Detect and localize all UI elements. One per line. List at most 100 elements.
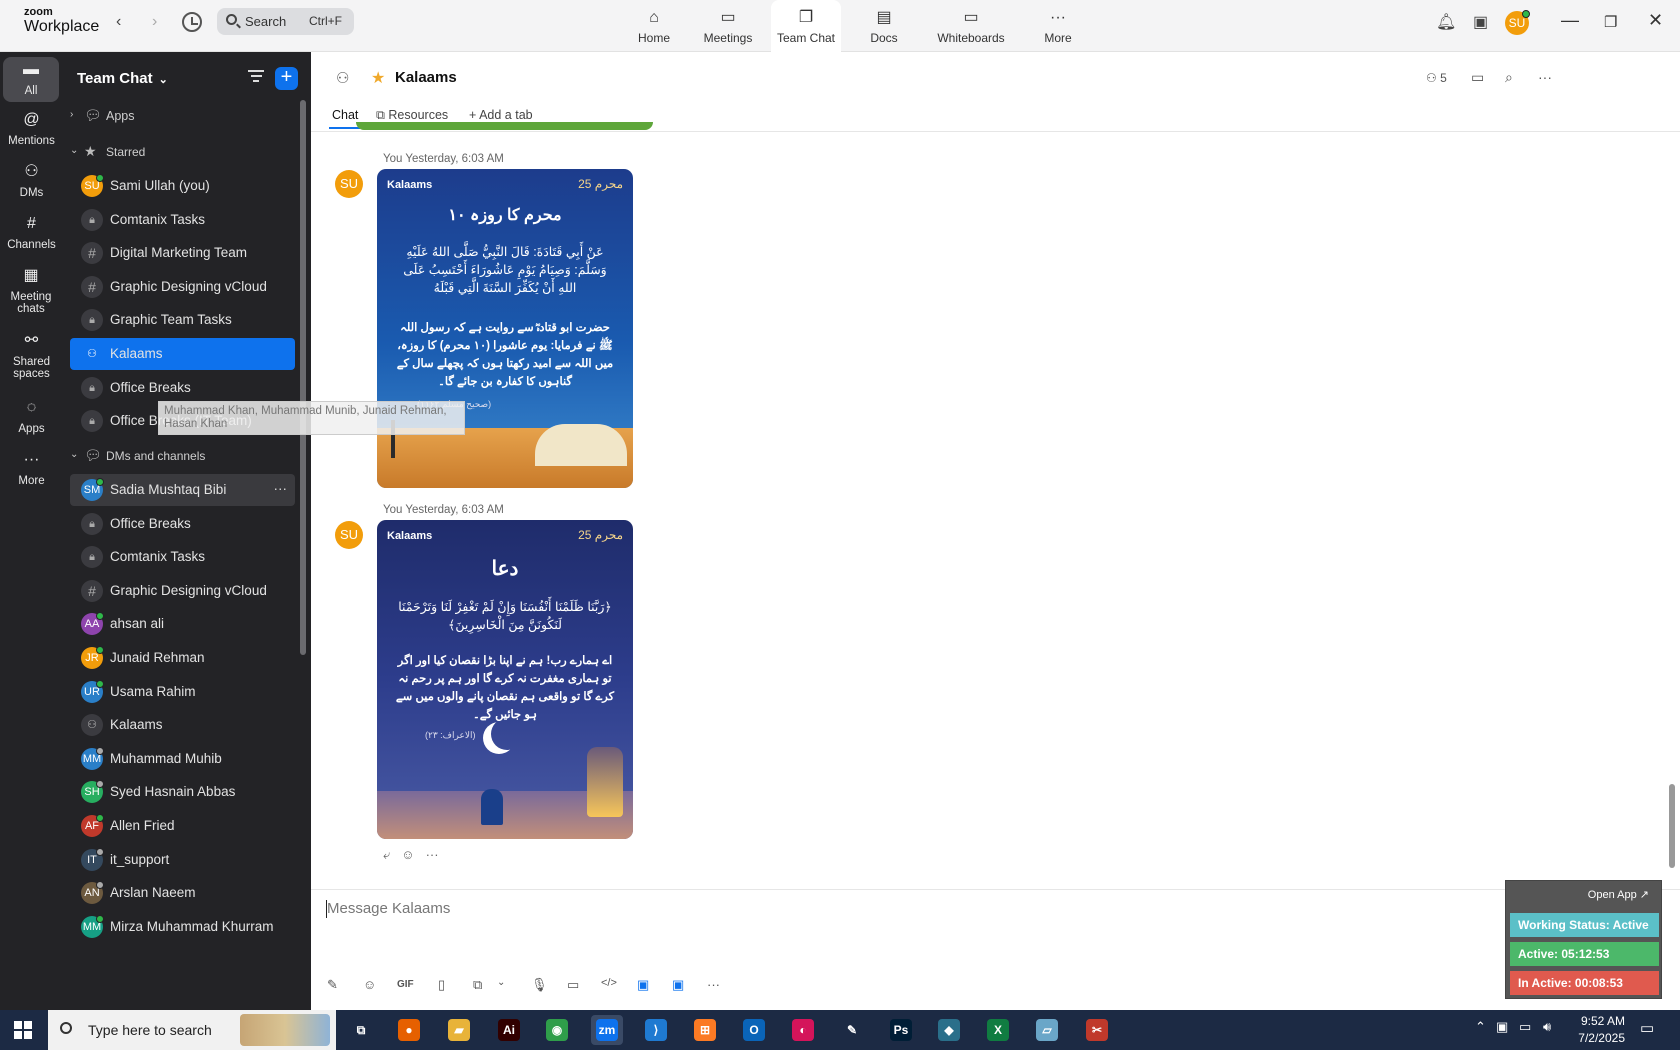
more-tools-icon[interactable]: ··· [707,977,720,992]
gif-button[interactable]: GIF [397,979,414,990]
task-view-icon[interactable]: ⧉ [345,1015,377,1045]
sidebar-item[interactable]: 🔒︎ Office Breaks [70,508,295,540]
sidebar-item[interactable]: ⚇ Kalaams [70,338,295,370]
app-icon-one[interactable]: ▣ [637,977,649,993]
new-chat-button[interactable]: + [275,67,298,90]
sidebar-item[interactable]: SU Sami Ullah (you) [70,170,295,202]
photoshop-icon[interactable]: Ps [885,1015,917,1045]
chevron-up-icon[interactable]: ⌃ [1475,1019,1486,1035]
sidebar-item[interactable]: # Digital Marketing Team [70,237,295,269]
sidebar-scrollbar[interactable] [300,100,306,655]
format-icon[interactable]: ✎ [327,977,338,993]
zoom-taskbar-icon[interactable]: zm [591,1015,623,1045]
network-icon[interactable]: ▭ [1519,1019,1531,1035]
members-count[interactable]: ⚇ 5 [1426,71,1447,85]
sidebar-item[interactable]: SH Syed Hasnain Abbas [70,776,295,808]
tab-resources[interactable]: ⧉ Resources [376,108,448,123]
rail-channels[interactable]: # Channels [3,216,60,252]
sidebar-item[interactable]: JR Junaid Rehman [70,642,295,674]
screenshot-icon[interactable]: ⧉ [473,977,482,993]
sidebar-title[interactable]: Team Chat ⌄ [77,70,168,87]
chevron-down-icon[interactable]: ⌄ [497,977,505,988]
volume-icon[interactable]: 🔊︎ [1543,1019,1551,1035]
video-call-icon[interactable]: ▭ [1471,69,1484,86]
more-options-icon[interactable]: ··· [274,481,288,496]
illustrator-icon[interactable]: Ai [493,1015,525,1045]
rail-all[interactable]: ▬ All [3,57,59,102]
sidebar-item[interactable]: SM Sadia Mushtaq Bibi ··· [70,474,295,506]
rail-more[interactable]: ··· More [3,452,60,488]
notifications-bell-icon[interactable]: 🔔︎ [1436,12,1456,32]
starred-icon[interactable]: ★ [371,68,385,88]
snip-icon[interactable]: ✂ [1081,1015,1113,1045]
file-explorer-icon[interactable]: ▰ [443,1015,475,1045]
more-actions-icon[interactable]: ··· [426,847,439,862]
message-input[interactable]: Message Kalaams [327,900,450,917]
section-apps[interactable]: › 💬︎ Apps [70,101,295,133]
user-avatar[interactable]: SU [1505,10,1530,35]
sidebar-item[interactable]: IT it_support [70,844,295,876]
history-icon[interactable] [182,12,202,32]
pen-tool-icon[interactable]: ✎ [836,1015,868,1045]
app-icon-two[interactable]: ▣ [672,977,684,993]
notification-center-icon[interactable]: ▭ [1640,1019,1654,1037]
nav-home[interactable]: ⌂ Home [617,0,691,52]
calendar-icon[interactable]: ▣ [1473,12,1488,32]
nav-docs[interactable]: ▤ Docs [847,0,921,52]
taskbar-search[interactable]: Type here to search [48,1010,336,1050]
filter-icon[interactable] [248,70,264,84]
search-icon[interactable]: ⌕ [1505,69,1513,86]
sidebar-item[interactable]: AN Arslan Naeem [70,877,295,909]
avatar[interactable]: SU [335,170,363,198]
notes-icon[interactable]: ▱ [1031,1015,1063,1045]
open-app-link[interactable]: Open App ↗ [1588,888,1649,901]
forward-arrow-icon[interactable]: › [152,13,157,31]
sidebar-item[interactable]: MM Muhammad Muhib [70,743,295,775]
excel-icon[interactable]: X [982,1015,1014,1045]
creative-cloud-icon[interactable]: ◐ [787,1015,819,1045]
channel-title[interactable]: Kalaams [395,69,457,86]
avatar[interactable]: SU [335,521,363,549]
nav-whiteboards[interactable]: ▭ Whiteboards [921,0,1021,52]
rail-meeting-chats[interactable]: ▦ Meeting chats [3,268,59,316]
nav-more[interactable]: ··· More [1021,0,1095,52]
vscode-icon[interactable]: ⟩ [640,1015,672,1045]
tray-app-icon[interactable]: ▣ [1496,1019,1508,1035]
sidebar-item[interactable]: # Graphic Designing vCloud [70,575,295,607]
taskbar-clock[interactable]: 9:52 AM 7/2/2025 [1555,1013,1625,1047]
minimize-window-icon[interactable]: — [1561,10,1579,31]
windows-start-icon[interactable] [14,1021,32,1039]
search-box[interactable]: Search Ctrl+F [217,8,354,35]
restore-window-icon[interactable]: ❐ [1604,13,1617,31]
rail-apps[interactable]: ◌ Apps [3,400,60,436]
sidebar-item[interactable]: # Graphic Designing vCloud [70,271,295,303]
nav-meetings[interactable]: ▭ Meetings [691,0,765,52]
back-arrow-icon[interactable]: ‹ [116,13,121,31]
rail-shared-spaces[interactable]: ⚯ Shared spaces [3,333,60,381]
emoji-react-icon[interactable]: ☺ [401,847,414,862]
section-starred[interactable]: ⌄ ★ Starred [70,137,295,169]
rail-mentions[interactable]: @ Mentions [3,112,60,148]
app-diamond-icon[interactable]: ◆ [933,1015,965,1045]
sidebar-item[interactable]: ⚇ Kalaams [70,709,295,741]
xampp-icon[interactable]: ⊞ [689,1015,721,1045]
close-window-icon[interactable]: ✕ [1648,10,1663,31]
tab-add[interactable]: + Add a tab [469,108,533,122]
sidebar-item[interactable]: AF Allen Fried [70,810,295,842]
outlook-icon[interactable]: O [738,1015,770,1045]
tab-chat[interactable]: Chat [332,108,358,122]
message-image-card[interactable]: Kalaams محرم 25 ۱۰ محرم کا روزہ عَنْ أَب… [377,169,633,488]
more-options-icon[interactable]: ··· [1538,69,1552,85]
firefox-icon[interactable]: ● [393,1015,425,1045]
chrome-icon[interactable]: ◉ [541,1015,573,1045]
sidebar-item[interactable]: 🔒︎ Comtanix Tasks [70,541,295,573]
chat-scrollbar[interactable] [1669,784,1675,868]
file-icon[interactable]: ▯ [438,977,445,993]
sidebar-item[interactable]: 🔒︎ Comtanix Tasks [70,204,295,236]
sidebar-item[interactable]: UR Usama Rahim [70,676,295,708]
sidebar-item[interactable]: 🔒︎ Graphic Team Tasks [70,304,295,336]
video-message-icon[interactable]: ▭ [567,977,579,993]
reply-icon[interactable]: ⤶ [383,847,390,862]
microphone-icon[interactable]: 🎙︎ [531,977,548,993]
nav-team-chat[interactable]: ❐ Team Chat [771,0,841,52]
